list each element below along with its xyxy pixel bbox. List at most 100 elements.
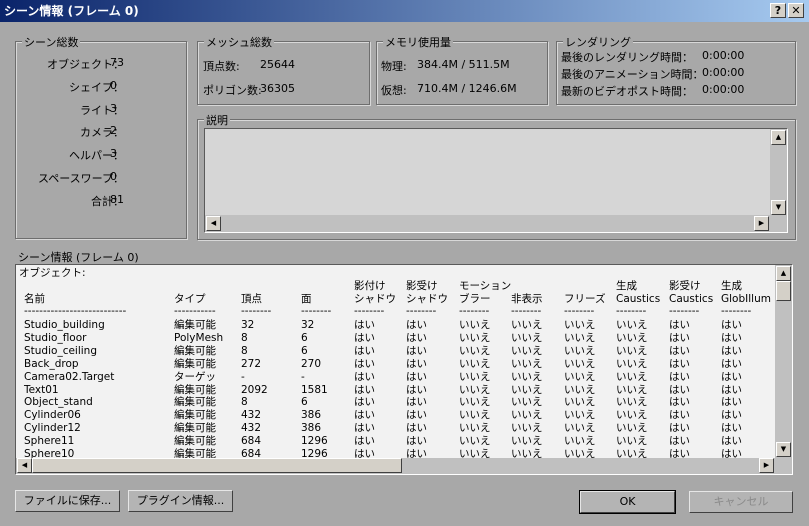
table-cell: 270 [301,357,322,370]
total-value: 81 [110,192,124,206]
plugin-info-button[interactable]: プラグイン情報... [128,490,233,512]
table-cell: Camera02.Target [24,370,115,383]
table-cell: はい [669,435,690,448]
header-separator: -------- [301,305,332,317]
total-value: 3 [110,101,117,115]
scroll-up-icon[interactable]: ▲ [776,266,791,281]
column-header: 名前 [24,293,45,305]
column-header: 頂点 [241,293,262,305]
table-cell: いいえ [459,370,491,383]
scroll-thumb[interactable] [776,281,791,301]
total-label: スペースワープ： [37,172,124,185]
table-cell: いいえ [511,331,543,344]
table-cell: いいえ [564,370,596,383]
scroll-down-icon[interactable]: ▼ [776,442,791,457]
table-cell: はい [721,409,742,422]
total-label: 合計： [91,194,124,208]
polygons-label: ポリゴン数: [203,84,262,97]
table-cell: いいえ [564,331,596,344]
table-cell: 32 [241,319,255,331]
table-cell: 編集可能 [174,383,216,396]
header-separator: -------- [511,305,542,317]
table-cell: はい [354,331,375,344]
description-hscrollbar[interactable]: ◀ ▶ [205,215,771,232]
scroll-up-icon[interactable]: ▲ [771,130,786,145]
rendering-legend: レンダリング [563,34,633,50]
table-cell: はい [721,370,742,383]
table-cell: はい [669,357,690,370]
table-cell: はい [406,435,427,448]
total-label: ライト： [80,103,124,117]
table-cell: ターゲッ [174,370,216,383]
scroll-thumb[interactable] [32,458,402,473]
ok-button[interactable]: OK [579,490,676,514]
table-cell: Back_drop [24,357,79,370]
table-cell: 編集可能 [174,435,216,448]
header-separator: -------- [669,305,700,317]
table-cell: はい [721,396,742,409]
table-cell: Studio_building [24,319,105,331]
close-button[interactable]: ✕ [788,3,804,18]
table-cell: いいえ [511,344,543,357]
table-cell: はい [721,357,742,370]
column-header: シャドウ [354,293,396,305]
table-cell: はい [354,383,375,396]
scroll-right-icon[interactable]: ▶ [754,216,769,231]
table-cell: 8 [241,344,248,357]
table-cell: いいえ [564,319,596,331]
polygons-value: 36305 [260,82,295,95]
list-hscrollbar[interactable]: ◀ ▶ [16,458,775,474]
table-cell: はい [721,331,742,344]
table-cell: いいえ [459,319,491,331]
description-vscrollbar[interactable]: ▲ ▼ [770,129,787,232]
column-header-top: モーション [459,280,512,292]
scene-info-list[interactable]: オブジェクト: 名前 --------------------------- タイプ… [15,264,793,475]
help-button[interactable]: ? [770,3,786,18]
header-separator: -------- [564,305,595,317]
total-value: 2 [110,124,117,138]
table-cell: はい [721,435,742,448]
table-cell: 8 [241,396,248,409]
total-label: ヘルパー： [69,149,124,163]
scroll-left-icon[interactable]: ◀ [17,458,32,473]
table-cell: いいえ [511,422,543,435]
table-cell: 編集可能 [174,319,216,331]
table-cell: はい [354,370,375,383]
vertices-value: 25644 [260,58,295,71]
table-cell: PolyMesh [174,331,224,344]
table-cell: Studio_floor [24,331,87,344]
description-textarea[interactable]: ▲ ▼ ◀ ▶ [204,128,788,233]
table-cell: いいえ [511,409,543,422]
table-cell: いいえ [564,383,596,396]
table-cell: 2092 [241,383,268,396]
column-header-top: 影受け [669,280,701,292]
objects-section-label: オブジェクト: [19,267,86,279]
scroll-left-icon[interactable]: ◀ [206,216,221,231]
render-time-value: 0:00:00 [702,83,745,96]
title-bar: シーン情報 (フレーム 0) [0,0,809,22]
table-cell: はい [354,422,375,435]
column-header-top: 生成 [616,280,637,292]
table-cell: いいえ [459,344,491,357]
cancel-button[interactable]: キャンセル [689,491,793,513]
table-cell: いいえ [616,331,648,344]
scroll-down-icon[interactable]: ▼ [771,200,786,215]
column-header: GlobIllum [721,293,771,305]
table-cell: いいえ [511,319,543,331]
column-header-top: 生成 [721,280,742,292]
table-cell: Cylinder12 [24,422,81,435]
table-cell: Cylinder06 [24,409,81,422]
table-cell: はい [406,422,427,435]
table-cell: はい [354,319,375,331]
table-cell: はい [669,344,690,357]
total-label: オブジェクト： [47,58,124,71]
list-vscrollbar[interactable]: ▲ ▼ [775,265,792,474]
table-cell: 32 [301,319,315,331]
table-cell: 386 [301,422,322,435]
scroll-right-icon[interactable]: ▶ [759,458,774,473]
table-cell: いいえ [511,370,543,383]
table-cell: 432 [241,409,262,422]
table-cell: いいえ [511,396,543,409]
save-to-file-button[interactable]: ファイルに保存... [15,490,120,512]
table-cell: はい [406,331,427,344]
